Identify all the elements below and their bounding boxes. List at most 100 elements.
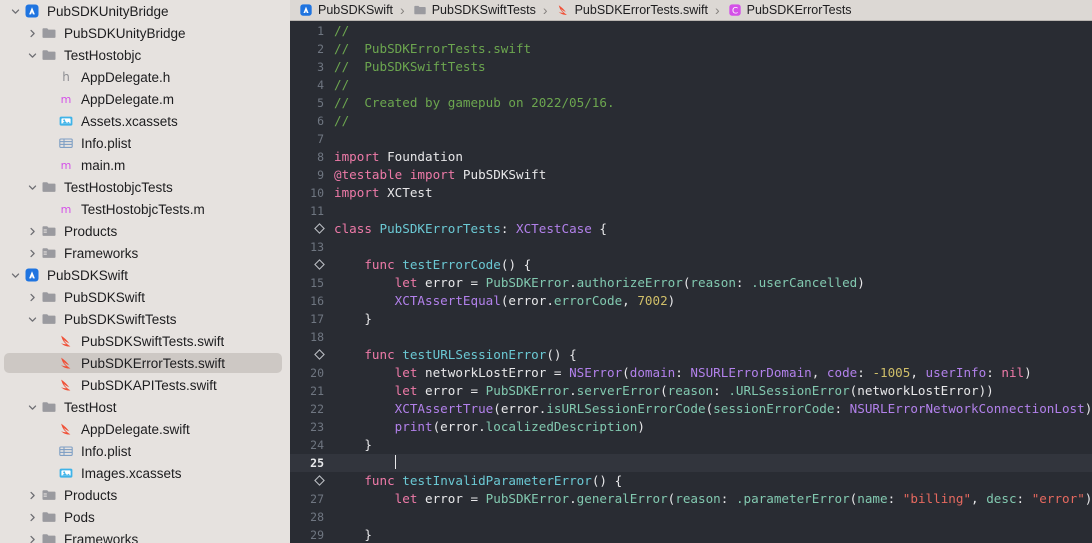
chevron-down-icon[interactable] (8, 7, 22, 16)
objc-file-icon-wrap: m (56, 91, 76, 107)
code-line[interactable]: func testInvalidParameterError() { (290, 472, 1092, 490)
sidebar-item-pubsdkswifttests[interactable]: PubSDKSwiftTests (0, 308, 290, 330)
sidebar-item-pods[interactable]: Pods (0, 506, 290, 528)
code-token: import (334, 185, 380, 200)
code-line[interactable]: 23 print(error.localizedDescription) (290, 418, 1092, 436)
sidebar-item-testhostobjc[interactable]: TestHostobjc (0, 44, 290, 66)
header-file-icon-wrap: h (56, 69, 76, 85)
code-editor[interactable]: 1 // 2 // PubSDKErrorTests.swift 3 // PubSDKS… (290, 22, 1092, 543)
sidebar-item-products[interactable]: Products (0, 484, 290, 506)
code-token: , (622, 293, 638, 308)
sidebar-item-pubsdkapitests-swift[interactable]: PubSDKAPITests.swift (0, 374, 290, 396)
sidebar-item-pubsdkunitybridge[interactable]: PubSDKUnityBridge (0, 22, 290, 44)
code-token: isURLSessionErrorCode (546, 401, 706, 416)
code-token: // Created by gamepub on 2022/05/16. (334, 95, 615, 110)
sidebar-item-pubsdkswift[interactable]: PubSDKSwift (0, 286, 290, 308)
sidebar-item-products[interactable]: Products (0, 220, 290, 242)
swift-file-icon-wrap (56, 333, 76, 349)
chevron-right-icon[interactable] (25, 491, 39, 500)
sidebar-item-assets-xcassets[interactable]: Assets.xcassets (0, 110, 290, 132)
code-line[interactable]: 24 } (290, 436, 1092, 454)
code-line[interactable]: 20 let networkLostError = NSError(domain… (290, 364, 1092, 382)
code-line[interactable]: 15 let error = PubSDKError.authorizeErro… (290, 274, 1092, 292)
chevron-right-icon[interactable] (25, 227, 39, 236)
code-token: , (971, 491, 987, 506)
sidebar-item-label: PubSDKSwift (64, 289, 146, 305)
code-line[interactable]: 2 // PubSDKErrorTests.swift (290, 40, 1092, 58)
code-line[interactable]: 3 // PubSDKSwiftTests (290, 58, 1092, 76)
breadcrumb-label: PubSDKSwiftTests (431, 3, 536, 17)
code-line[interactable]: 7 (290, 130, 1092, 148)
code-line[interactable]: 6 // (290, 112, 1092, 130)
sidebar-item-appdelegate-h[interactable]: h AppDelegate.h (0, 66, 290, 88)
code-line[interactable]: 5 // Created by gamepub on 2022/05/16. (290, 94, 1092, 112)
breadcrumb-item-pubsdkerrortests[interactable]: C PubSDKErrorTests (727, 2, 852, 18)
breadcrumb-item-pubsdkerrortests-swift[interactable]: PubSDKErrorTests.swift (555, 2, 708, 18)
breadcrumb-item-pubsdkswifttests[interactable]: PubSDKSwiftTests (412, 2, 536, 18)
code-line[interactable]: func testURLSessionError() { (290, 346, 1092, 364)
folder-icon-wrap (39, 289, 59, 305)
chevron-down-icon[interactable] (25, 403, 39, 412)
sidebar-item-images-xcassets[interactable]: Images.xcassets (0, 462, 290, 484)
code-token: : (713, 383, 729, 398)
code-line[interactable]: 17 } (290, 310, 1092, 328)
code-line[interactable]: func testErrorCode() { (290, 256, 1092, 274)
chevron-down-icon[interactable] (25, 51, 39, 60)
code-text: import XCTest (332, 184, 1092, 202)
swift-file-icon-wrap (56, 355, 76, 371)
code-line[interactable]: class PubSDKErrorTests: XCTestCase { (290, 220, 1092, 238)
chevron-right-icon[interactable] (25, 535, 39, 543)
code-line[interactable]: 16 XCTAssertEqual(error.errorCode, 7002) (290, 292, 1092, 310)
code-line[interactable]: 28 (290, 508, 1092, 526)
code-token: "error" (1031, 491, 1085, 506)
chevron-down-icon[interactable] (25, 315, 39, 324)
chevron-right-icon[interactable] (25, 249, 39, 258)
sidebar-item-appdelegate-swift[interactable]: AppDelegate.swift (0, 418, 290, 440)
sidebar-item-frameworks[interactable]: Frameworks (0, 242, 290, 264)
sidebar-item-testhostobjctests[interactable]: TestHostobjcTests (0, 176, 290, 198)
sidebar-item-frameworks[interactable]: Frameworks (0, 528, 290, 543)
chevron-right-icon[interactable] (25, 513, 39, 522)
sidebar-item-main-m[interactable]: m main.m (0, 154, 290, 176)
code-line[interactable]: 22 XCTAssertTrue(error.isURLSessionError… (290, 400, 1092, 418)
code-line[interactable]: 13 (290, 238, 1092, 256)
code-line[interactable]: 11 (290, 202, 1092, 220)
sidebar-item-testhost[interactable]: TestHost (0, 396, 290, 418)
code-token: "billing" (902, 491, 972, 506)
sidebar-item-pubsdkunitybridge[interactable]: PubSDKUnityBridge (0, 0, 290, 22)
code-line[interactable]: 9 @testable import PubSDKSwift (290, 166, 1092, 184)
code-line[interactable]: 21 let error = PubSDKError.serverError(r… (290, 382, 1092, 400)
code-line[interactable]: 27 let error = PubSDKError.generalError(… (290, 490, 1092, 508)
sidebar-item-testhostobjctests-m[interactable]: m TestHostobjcTests.m (0, 198, 290, 220)
breadcrumb[interactable]: PubSDKSwift › PubSDKSwiftTests › PubSDKError… (290, 0, 1092, 21)
sidebar-item-appdelegate-m[interactable]: m AppDelegate.m (0, 88, 290, 110)
sidebar-item-info-plist[interactable]: Info.plist (0, 440, 290, 462)
chevron-right-icon[interactable] (25, 293, 39, 302)
code-token: error = (417, 383, 486, 398)
code-line[interactable]: 10 import XCTest (290, 184, 1092, 202)
line-number: 5 (317, 96, 324, 110)
code-line[interactable]: 8 import Foundation (290, 148, 1092, 166)
code-token: 7002 (637, 293, 668, 308)
chevron-right-icon[interactable] (25, 29, 39, 38)
chevron-down-icon[interactable] (25, 183, 39, 192)
sidebar-item-pubsdkerrortests-swift[interactable]: PubSDKErrorTests.swift (0, 352, 290, 374)
code-line[interactable]: 4 // (290, 76, 1092, 94)
code-line[interactable]: 25 (290, 454, 1092, 472)
code-text: func testURLSessionError() { (332, 346, 1092, 364)
chevron-down-icon[interactable] (8, 271, 22, 280)
sidebar-item-pubsdkswift[interactable]: PubSDKSwift (0, 264, 290, 286)
code-text: let error = PubSDKError.generalError(rea… (332, 490, 1092, 508)
code-line[interactable]: 1 // (290, 22, 1092, 40)
code-line[interactable]: 29 } (290, 526, 1092, 543)
code-token: Foundation (379, 149, 463, 164)
code-token: } (334, 311, 372, 326)
breadcrumb-item-pubsdkswift[interactable]: PubSDKSwift (298, 2, 393, 18)
line-number: 7 (317, 132, 324, 146)
project-navigator[interactable]: PubSDKUnityBridge PubSDKUnityBridge TestHo… (0, 0, 290, 543)
code-line[interactable]: 18 (290, 328, 1092, 346)
sidebar-item-info-plist[interactable]: Info.plist (0, 132, 290, 154)
sidebar-item-pubsdkswifttests-swift[interactable]: PubSDKSwiftTests.swift (0, 330, 290, 352)
